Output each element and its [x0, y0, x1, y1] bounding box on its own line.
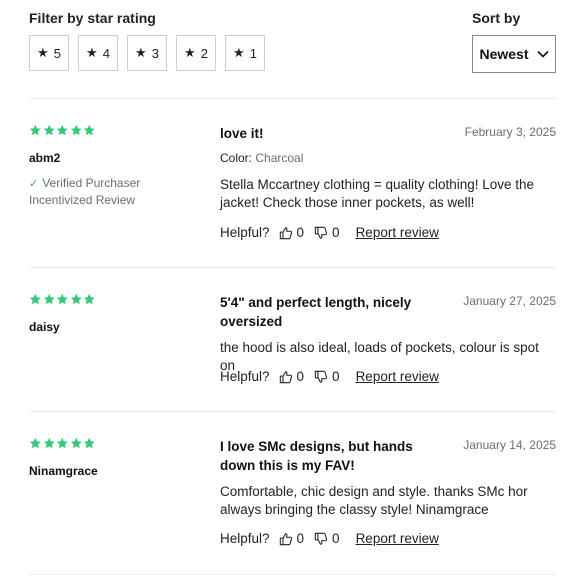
filter-2-stars-button[interactable]: ★ 2	[176, 35, 216, 71]
report-review-link[interactable]: Report review	[356, 225, 439, 240]
review-date: January 14, 2025	[463, 438, 556, 452]
helpful-yes-count: 0	[296, 369, 305, 384]
report-review-link[interactable]: Report review	[356, 531, 439, 546]
review-item: Ninamgrace I love SMc designs, but hands…	[29, 437, 556, 577]
review-title: I love SMc designs, but hands down this …	[220, 439, 413, 473]
helpful-no-count: 0	[332, 531, 340, 546]
review-body: Comfortable, chic design and style. than…	[220, 484, 528, 517]
review-date: January 27, 2025	[463, 294, 556, 308]
helpful-yes-count: 0	[296, 531, 305, 546]
helpful-yes-count: 0	[296, 225, 305, 240]
review-item: abm2 ✓ Verified Purchaser Incentivized Re…	[29, 124, 556, 264]
star-icon: ★	[135, 45, 147, 60]
review-date: February 3, 2025	[464, 125, 556, 139]
star-icon	[56, 293, 68, 305]
divider	[29, 267, 556, 268]
incentivized-review-label: Incentivized Review	[29, 193, 136, 207]
helpful-no-count: 0	[332, 225, 340, 240]
thumbs-up-icon	[279, 370, 292, 383]
star-icon	[83, 124, 95, 136]
star-icon	[29, 124, 41, 136]
helpful-row: Helpful? 0 0 Report review	[220, 369, 439, 384]
helpful-no-button[interactable]: 0	[314, 531, 340, 546]
thumbs-up-icon	[279, 532, 292, 545]
star-icon	[29, 437, 41, 449]
filter-4-stars-button[interactable]: ★ 4	[78, 35, 118, 71]
divider	[29, 98, 556, 99]
star-filter-group: ★ 5 ★ 4 ★ 3 ★ 2 ★ 1	[29, 35, 265, 71]
review-color: Color: Charcoal	[220, 151, 303, 165]
thumbs-down-icon	[314, 226, 328, 239]
thumbs-down-icon	[314, 370, 328, 383]
sort-title: Sort by	[472, 10, 521, 26]
star-icon: ★	[184, 45, 196, 60]
star-icon	[83, 293, 95, 305]
helpful-no-button[interactable]: 0	[314, 369, 340, 384]
filter-option-label: 5	[53, 45, 61, 61]
filter-option-label: 1	[249, 45, 257, 61]
review-item: daisy 5'4" and perfect length, nicely ov…	[29, 293, 556, 433]
star-icon	[70, 437, 82, 449]
star-icon	[70, 124, 82, 136]
filter-5-stars-button[interactable]: ★ 5	[29, 35, 69, 71]
thumbs-up-icon	[279, 226, 292, 239]
filter-option-label: 3	[151, 45, 159, 61]
star-icon: ★	[233, 45, 245, 60]
reviewer-name: abm2	[29, 151, 61, 165]
helpful-yes-button[interactable]: 0	[279, 369, 305, 384]
star-icon	[43, 293, 55, 305]
star-icon	[70, 293, 82, 305]
star-icon: ★	[86, 45, 98, 60]
star-icon	[56, 437, 68, 449]
star-icon	[43, 124, 55, 136]
star-icon: ★	[37, 45, 49, 60]
verified-purchaser-badge: ✓ Verified Purchaser	[29, 175, 140, 193]
star-icon	[29, 293, 41, 305]
color-label: Color:	[220, 151, 253, 165]
color-value: Charcoal	[255, 151, 304, 165]
filter-1-star-button[interactable]: ★ 1	[225, 35, 265, 71]
check-icon: ✓	[29, 178, 39, 190]
divider	[29, 411, 556, 412]
helpful-no-button[interactable]: 0	[314, 225, 340, 240]
helpful-label: Helpful?	[220, 369, 270, 384]
helpful-yes-button[interactable]: 0	[279, 225, 305, 240]
thumbs-down-icon	[314, 532, 328, 545]
star-icon	[83, 437, 95, 449]
filter-title: Filter by star rating	[29, 10, 156, 26]
report-review-link[interactable]: Report review	[356, 369, 439, 384]
sort-selected-value: Newest	[479, 46, 529, 62]
chevron-down-icon	[536, 50, 549, 58]
filter-option-label: 2	[200, 45, 208, 61]
review-title: 5'4" and perfect length, nicely oversize…	[220, 295, 412, 329]
filter-3-stars-button[interactable]: ★ 3	[127, 35, 167, 71]
helpful-row: Helpful? 0 0 Report review	[220, 531, 439, 546]
star-icon	[56, 124, 68, 136]
helpful-row: Helpful? 0 0 Report review	[220, 225, 439, 240]
review-title: love it!	[220, 126, 264, 141]
filter-option-label: 4	[102, 45, 110, 61]
review-body: Stella Mccartney clothing = quality clot…	[220, 177, 535, 210]
helpful-label: Helpful?	[220, 531, 270, 546]
star-icon	[43, 437, 55, 449]
helpful-label: Helpful?	[220, 225, 270, 240]
star-rating	[29, 124, 96, 137]
divider	[29, 574, 556, 575]
sort-dropdown[interactable]: Newest	[472, 35, 556, 73]
star-rating	[29, 293, 96, 306]
reviewer-name: Ninamgrace	[29, 464, 98, 478]
helpful-yes-button[interactable]: 0	[279, 531, 305, 546]
reviewer-name: daisy	[29, 320, 60, 334]
star-rating	[29, 437, 96, 450]
verified-label: Verified Purchaser	[42, 176, 141, 190]
helpful-no-count: 0	[332, 369, 340, 384]
